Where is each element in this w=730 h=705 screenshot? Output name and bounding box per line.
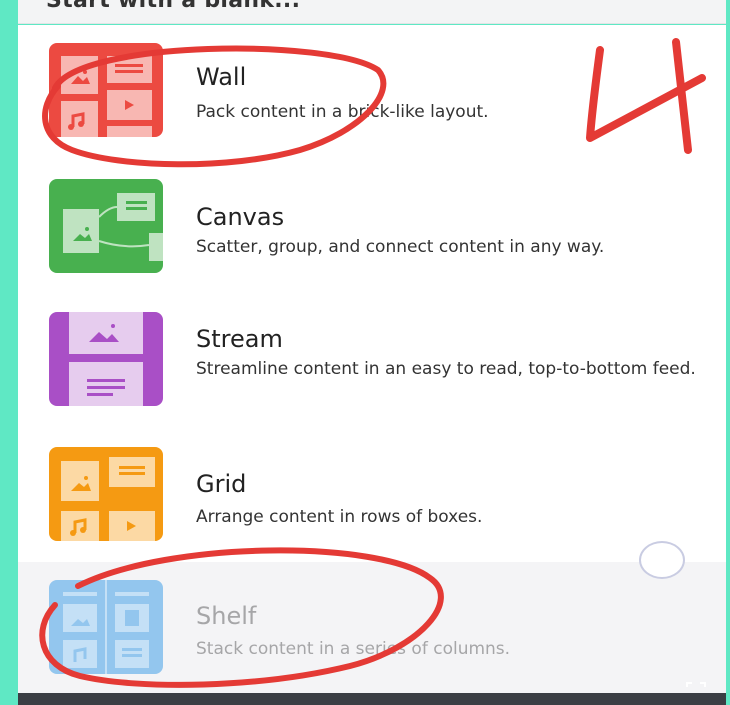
wall-circle-annotation [42, 45, 387, 168]
handwritten-number-4 [586, 38, 706, 154]
fullscreen-icon[interactable] [686, 682, 706, 698]
handwritten-annotations [39, 38, 706, 688]
screenshot: Start with a blank... Wall Pack content … [0, 0, 730, 705]
shelf-circle-annotation [39, 547, 444, 688]
